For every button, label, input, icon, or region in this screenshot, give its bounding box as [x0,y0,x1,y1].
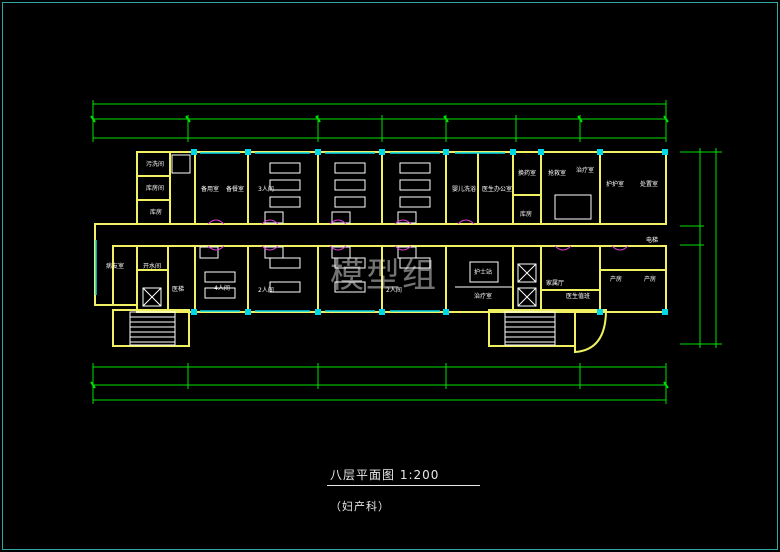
room-label: 治疗室 [576,166,594,174]
drawing-subtitle: （妇产科） [330,500,390,513]
room-label: 医生办公室 [482,185,512,193]
room-label: 3人间 [258,185,274,193]
room-label: 备用室 [201,185,219,193]
room-label: 处置室 [640,180,658,188]
room-label: 污洗间 [146,160,164,168]
title-underline [327,485,480,486]
room-label: 电梯 [646,236,658,244]
room-label: 产房 [610,275,622,283]
room-label: 库房间 [146,184,164,192]
watermark: 模型组 [330,256,438,296]
room-label: 备餐室 [226,185,244,193]
room-label: 医生值班 [566,292,590,300]
stairs [129,311,556,346]
room-label: 开水间 [143,262,161,270]
room-label: 护士站 [474,268,492,276]
room-label: 4人间 [214,284,230,292]
room-label: 换药室 [518,169,536,177]
room-label: 婴儿洗浴 [452,185,476,193]
room-label: 治疗室 [474,292,492,300]
room-label: 库房 [520,210,532,218]
room-label: 抢救室 [548,169,566,177]
room-label: 库房 [150,208,162,216]
drawing-title: 八层平面图 1:200 [330,468,440,482]
room-label: 病友室 [106,262,124,270]
room-label: 产房 [644,275,656,283]
room-label: 家属厅 [546,279,564,287]
room-label: 医梯 [172,285,184,293]
room-label: 护护室 [606,180,624,188]
room-label: 2人间 [258,286,274,294]
